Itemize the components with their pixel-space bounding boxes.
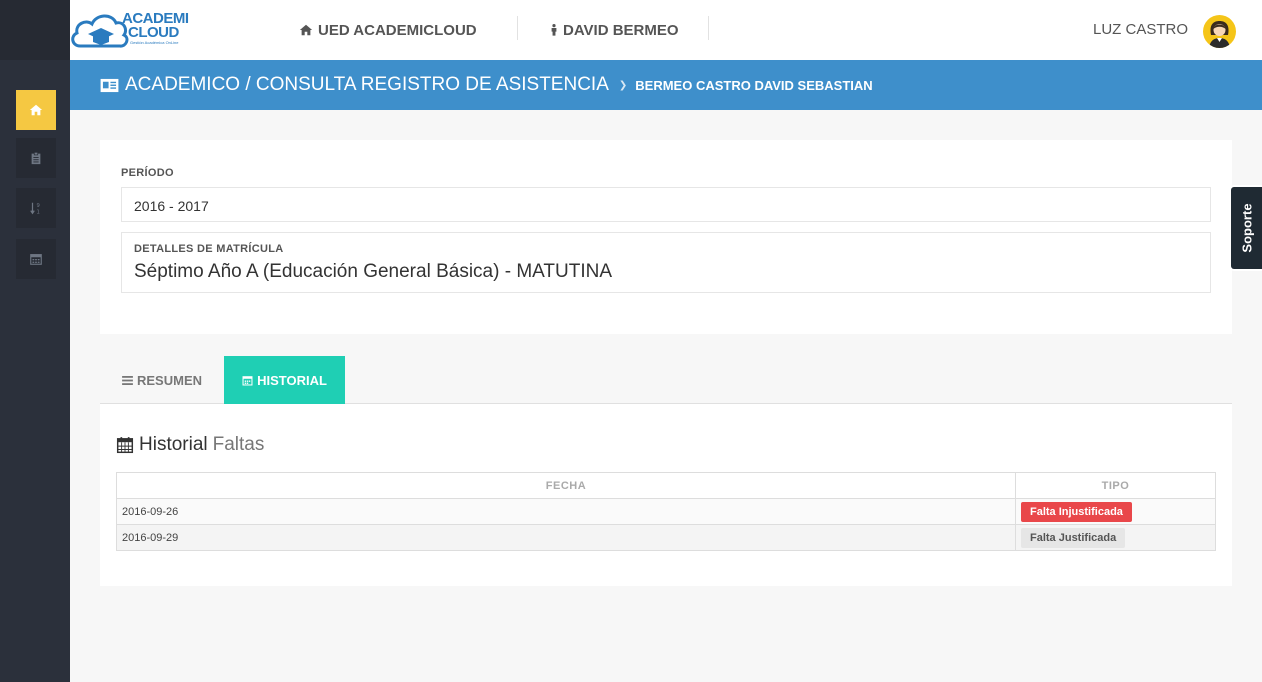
table-header-row: FECHA TIPO <box>116 472 1216 499</box>
svg-text:9: 9 <box>36 203 39 209</box>
matricula-value: Séptimo Año A (Educación General Básica)… <box>134 261 613 282</box>
sidebar-item-calendar[interactable] <box>16 239 56 279</box>
cell-fecha: 2016-09-29 <box>116 524 1016 551</box>
calendar-icon <box>29 252 43 266</box>
avatar[interactable] <box>1203 15 1236 48</box>
history-title-main: Historial <box>139 434 208 455</box>
table-row: 2016-09-26 Falta Injustificada <box>116 498 1216 525</box>
periodo-field[interactable]: 2016 - 2017 <box>121 187 1211 222</box>
support-label: Soporte <box>1239 203 1254 253</box>
history-table: FECHA TIPO 2016-09-26 Falta Injustificad… <box>116 472 1216 551</box>
status-badge: Falta Injustificada <box>1021 501 1132 522</box>
matricula-details: DETALLES DE MATRÍCULA Séptimo Año A (Edu… <box>121 232 1211 293</box>
tab-historial-label: HISTORIAL <box>257 372 327 388</box>
calendar-icon <box>242 375 253 386</box>
history-title-sub: Faltas <box>212 434 265 455</box>
user-avatar-icon <box>1209 21 1230 48</box>
top-header: ACADEMI CLOUD Gestión Académica OnLine U… <box>70 0 1262 60</box>
table-row: 2016-09-29 Falta Justificada <box>116 524 1216 551</box>
sidebar-item-sort[interactable]: 91 <box>16 188 56 228</box>
id-card-icon <box>100 78 119 93</box>
support-tab[interactable]: Soporte <box>1229 185 1262 271</box>
column-header-tipo[interactable]: TIPO <box>1015 472 1216 499</box>
clipboard-icon <box>29 151 43 165</box>
history-title: Historial Faltas <box>116 434 264 456</box>
page-title-bar: ACADEMICO / CONSULTA REGISTRO DE ASISTEN… <box>70 60 1262 110</box>
sort-numeric-icon: 91 <box>29 201 43 215</box>
cell-tipo: Falta Injustificada <box>1015 498 1216 525</box>
cell-tipo: Falta Justificada <box>1015 524 1216 551</box>
student-label: DAVID BERMEO <box>563 21 679 39</box>
logo-subtitle: Gestión Académica OnLine <box>130 40 179 45</box>
home-icon <box>299 23 313 37</box>
logo-text-cloud: CLOUD <box>128 24 179 41</box>
cell-fecha: 2016-09-26 <box>116 498 1016 525</box>
matricula-label: DETALLES DE MATRÍCULA <box>134 243 284 255</box>
tab-resumen-label: RESUMEN <box>137 372 203 388</box>
nav-student[interactable]: DAVID BERMEO <box>550 0 679 60</box>
page-title: ACADEMICO / CONSULTA REGISTRO DE ASISTEN… <box>125 74 609 95</box>
enrollment-card: PERÍODO 2016 - 2017 DETALLES DE MATRÍCUL… <box>100 140 1232 334</box>
user-name[interactable]: LUZ CASTRO <box>1093 21 1188 38</box>
status-badge: Falta Justificada <box>1021 527 1126 548</box>
nav-divider <box>708 16 709 40</box>
sidebar-top <box>0 0 70 60</box>
tab-historial[interactable]: HISTORIAL <box>224 356 345 404</box>
breadcrumb-student: BERMEO CASTRO DAVID SEBASTIAN <box>635 77 873 93</box>
periodo-label: PERÍODO <box>121 167 174 179</box>
male-icon <box>550 23 558 37</box>
institution-label: UED ACADEMICLOUD <box>318 21 477 39</box>
bars-icon <box>122 375 133 385</box>
sidebar-item-home[interactable] <box>16 90 56 130</box>
logo[interactable]: ACADEMI CLOUD Gestión Académica OnLine <box>70 6 190 54</box>
nav-divider <box>517 16 518 40</box>
tab-bar: RESUMEN HISTORIAL <box>100 356 1232 404</box>
history-card: Historial Faltas FECHA TIPO 2016-09-26 F… <box>100 404 1232 586</box>
nav-institution[interactable]: UED ACADEMICLOUD <box>299 0 477 60</box>
sidebar-item-clipboard[interactable] <box>16 138 56 178</box>
sidebar: 91 <box>0 0 70 682</box>
home-icon <box>29 103 43 117</box>
svg-text:1: 1 <box>36 209 39 215</box>
calendar-icon <box>116 436 134 454</box>
tab-resumen[interactable]: RESUMEN <box>122 356 202 404</box>
column-header-fecha[interactable]: FECHA <box>116 472 1016 499</box>
chevron-right-icon: ❯ <box>618 79 628 91</box>
